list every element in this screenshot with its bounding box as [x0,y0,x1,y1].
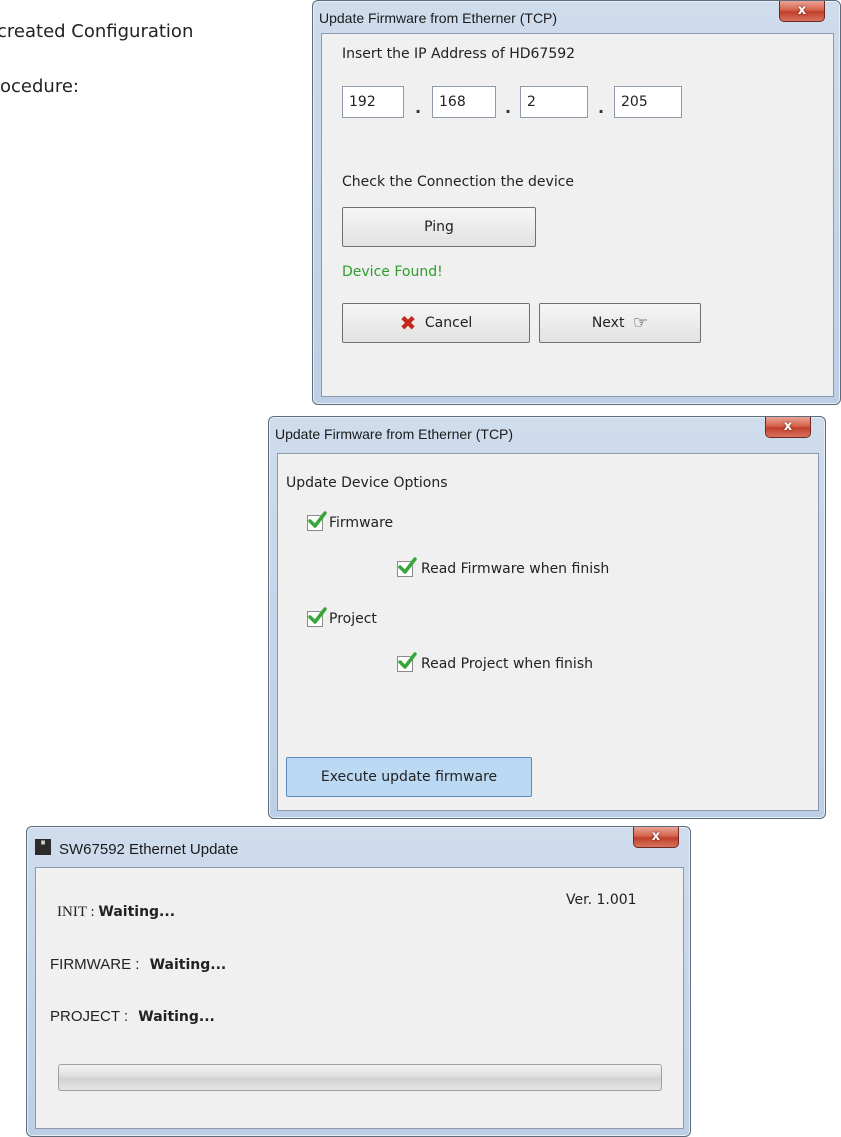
firmware-checkbox[interactable]: Firmware [307,511,507,535]
firmware-label: Firmware [329,515,394,531]
titlebar: Update Firmware from Etherner (TCP) x [313,1,840,33]
read-project-checkbox[interactable]: Read Project when finish [397,652,687,676]
update-options-label: Update Device Options [286,475,448,491]
update-progress-bar [58,1064,662,1091]
read-firmware-checkbox[interactable]: Read Firmware when finish [397,557,687,581]
cancel-label: Cancel [424,315,473,331]
dialog-body: Update Device Options Firmware Read Firm… [277,453,819,811]
version-text: Ver. 1.001 [566,892,637,908]
ip-separator: . [598,98,605,117]
checkbox-checked-icon [397,557,417,577]
next-button[interactable]: Next ☞ [539,303,701,343]
execute-update-firmware-button[interactable]: Execute update firmware [286,757,532,797]
close-button[interactable]: x [633,827,679,848]
project-status-label: PROJECT : [50,1008,129,1025]
ip-octet-4-input[interactable]: 205 [614,86,682,118]
ip-octet-1-input[interactable]: 192 [342,86,404,118]
init-value: Waiting... [98,904,176,920]
checkbox-checked-icon [397,652,417,672]
pointing-hand-icon: ☞ [632,313,649,333]
cancel-x-icon: ✖ [399,311,417,335]
update-firmware-dialog-options: Update Firmware from Etherner (TCP) x Up… [268,416,826,819]
ethernet-update-progress-dialog: ▦ SW67592 Ethernet Update x Ver. 1.001 I… [26,826,691,1137]
firmware-status-label: FIRMWARE : [50,956,140,973]
window-title: Update Firmware from Etherner (TCP) [275,426,514,442]
project-status-value: Waiting... [138,1009,215,1025]
read-firmware-label: Read Firmware when finish [421,561,610,577]
document-text-line-1: created Configuration [0,21,194,42]
close-button[interactable]: x [779,1,825,22]
device-status-text: Device Found! [342,264,443,280]
app-icon: ▦ [35,839,51,855]
project-checkbox[interactable]: Project [307,607,507,631]
firmware-status: FIRMWARE : Waiting... [50,956,226,973]
window-title: SW67592 Ethernet Update [59,841,239,858]
titlebar: ▦ SW67592 Ethernet Update x [27,827,690,859]
checkbox-checked-icon [307,607,327,627]
update-firmware-dialog-ip: Update Firmware from Etherner (TCP) x In… [312,0,841,405]
titlebar: Update Firmware from Etherner (TCP) x [269,417,825,449]
window-title: Update Firmware from Etherner (TCP) [319,10,558,26]
ip-octet-3-input[interactable]: 2 [520,86,588,118]
ip-address-fields: 192 . 168 . 2 . 205 [342,86,712,118]
ping-button[interactable]: Ping [342,207,536,247]
ip-address-label: Insert the IP Address of HD67592 [342,46,576,62]
project-status: PROJECT : Waiting... [50,1008,215,1025]
dialog-body: Ver. 1.001 INIT : Waiting... FIRMWARE : … [35,867,684,1129]
checkbox-checked-icon [307,511,327,531]
firmware-status-value: Waiting... [149,957,227,973]
next-label: Next [591,315,625,331]
read-project-label: Read Project when finish [421,656,593,672]
init-label: INIT : [57,904,95,920]
document-text-line-2: ocedure: [0,76,79,97]
init-status: INIT : Waiting... [57,904,175,921]
ip-separator: . [415,98,422,117]
close-button[interactable]: x [765,417,811,438]
check-connection-label: Check the Connection the device [342,174,575,190]
project-label: Project [329,611,377,627]
ip-octet-2-input[interactable]: 168 [432,86,496,118]
cancel-button[interactable]: ✖ Cancel [342,303,530,343]
dialog-body: Insert the IP Address of HD67592 192 . 1… [321,33,834,397]
ip-separator: . [505,98,512,117]
